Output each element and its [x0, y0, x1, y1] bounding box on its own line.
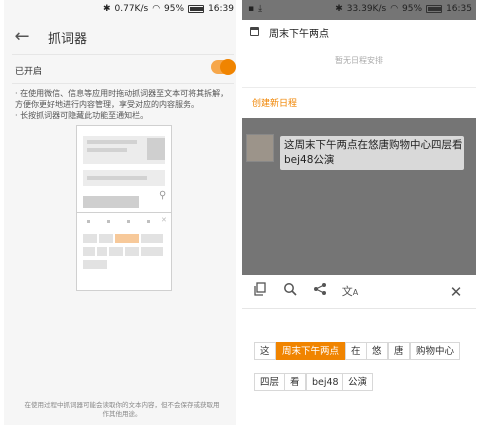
privacy-footnote: 在使用过程中抓词器可能会读取你的文本内容，但不会保存或获取用作其他用途。 [24, 401, 220, 418]
word-grabber-result-screen: ▪ ⤓ ✱ 33.39K/s ◠ 95% 16:35 周末下午两点 暂无日程安排… [242, 0, 476, 425]
description-line: · 在使用微信、信息等应用时拖动抓词器至文本可将其拆解，方便你更好地进行内容管理… [15, 89, 229, 109]
title-bar: ← 抓词器 [4, 22, 236, 52]
avatar [246, 134, 274, 162]
network-speed: 0.77K/s [114, 4, 149, 14]
calendar-icon [250, 27, 259, 36]
battery-icon [426, 5, 443, 13]
translate-icon[interactable]: 文A [340, 282, 360, 302]
word-chip-selected[interactable]: 周末下午两点 [276, 342, 346, 360]
enable-toggle[interactable] [211, 59, 236, 75]
search-icon[interactable] [280, 282, 300, 302]
word-chip[interactable]: 这 [254, 342, 276, 360]
description: · 在使用微信、信息等应用时拖动抓词器至文本可将其拆解，方便你更好地进行内容管理… [15, 88, 231, 121]
wifi-icon: ◠ [390, 4, 399, 14]
battery-percent: 95% [164, 4, 185, 14]
clock: 16:39 [208, 4, 234, 14]
divider [242, 87, 476, 88]
close-icon[interactable]: ✕ [446, 282, 466, 302]
battery-icon [188, 5, 205, 13]
search-icon: ⚲ [159, 190, 167, 201]
download-icon: ⤓ [258, 4, 263, 14]
toggle-knob [220, 59, 236, 75]
clock: 16:35 [446, 4, 472, 14]
page-title: 抓词器 [48, 32, 88, 47]
network-speed: 33.39K/s [346, 4, 387, 14]
status-bar: ✱ 0.77K/s ◠ 95% 16:39 [4, 4, 236, 19]
bluetooth-icon: ✱ [102, 4, 111, 14]
create-event-button[interactable]: 创建新日程 [252, 96, 297, 109]
back-arrow-icon[interactable]: ← [12, 27, 32, 47]
word-chip[interactable]: 看 [284, 373, 306, 391]
word-chip[interactable]: 悠 [366, 342, 388, 360]
word-chip[interactable]: 购物中心 [410, 342, 461, 360]
message-bubble: 这周末下午两点在悠唐购物中心四层看bej48公演 [280, 136, 464, 170]
status-bar: ▪ ⤓ ✱ 33.39K/s ◠ 95% 16:35 [242, 4, 476, 19]
word-grabber-settings-screen: ✱ 0.77K/s ◠ 95% 16:39 ← 抓词器 已开启 · 在使用微信、… [4, 0, 236, 425]
wifi-icon: ◠ [152, 4, 161, 14]
notification-icon: ▪ [248, 4, 255, 14]
calendar-empty-text: 暂无日程安排 [335, 56, 383, 65]
bluetooth-icon: ✱ [335, 4, 343, 14]
divider [12, 54, 234, 55]
word-chip[interactable]: 公演 [342, 373, 374, 391]
message-text: 这周末下午两点在悠唐购物中心四层看bej48公演 [284, 139, 463, 166]
demo-illustration: ⚲ ✕ [76, 125, 172, 291]
toggle-label: 已开启 [15, 67, 43, 77]
copy-icon[interactable] [250, 282, 270, 302]
battery-percent: 95% [402, 4, 423, 14]
calendar-card: 周末下午两点 暂无日程安排 创建新日程 [242, 20, 476, 118]
action-toolbar: 文A ✕ [242, 276, 476, 309]
calendar-title: 周末下午两点 [269, 29, 329, 40]
word-chip[interactable]: bej48 [306, 373, 345, 391]
word-chip[interactable]: 在 [345, 342, 367, 360]
share-icon[interactable] [310, 282, 330, 302]
description-line: · 长按抓词器可隐藏此功能至通知栏。 [15, 111, 149, 120]
divider [12, 83, 234, 84]
word-chip[interactable]: 唐 [388, 342, 410, 360]
word-chip[interactable]: 四层 [254, 373, 286, 391]
